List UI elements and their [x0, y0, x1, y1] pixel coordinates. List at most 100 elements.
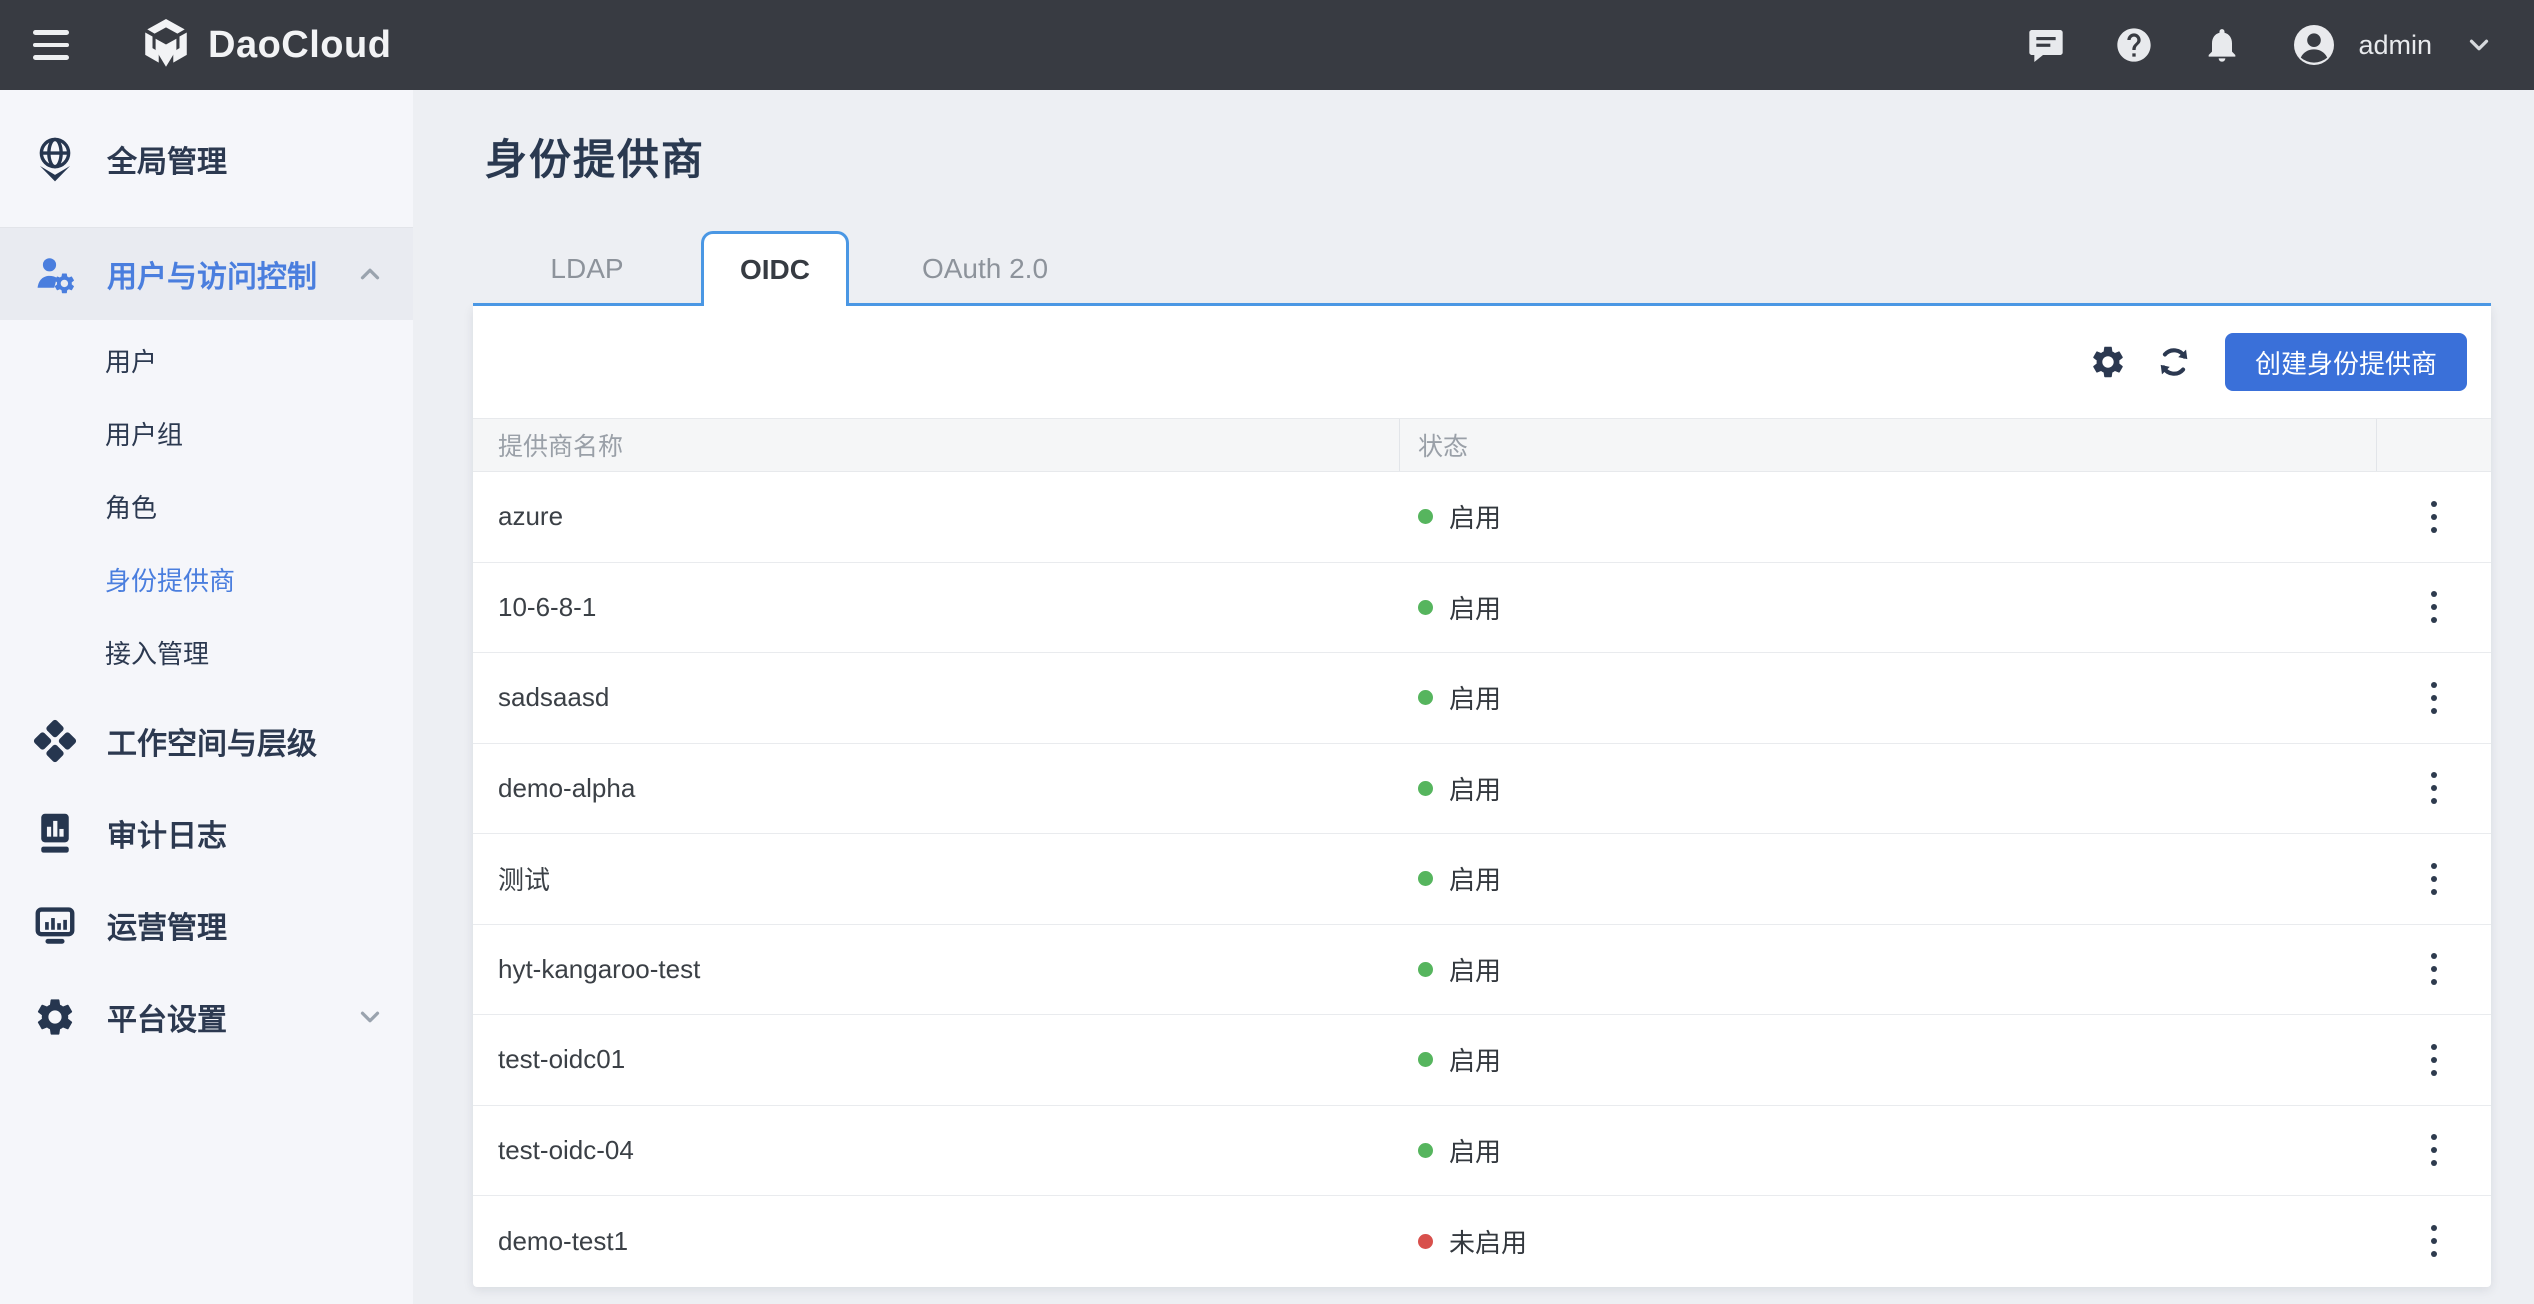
topbar-actions: admin — [1978, 21, 2494, 69]
sidebar-item-label: 全局管理 — [107, 137, 227, 181]
status-cell: 启用 — [1400, 925, 2377, 1015]
table-row: 测试 启用 — [473, 834, 2491, 925]
provider-name: demo-alpha — [473, 744, 1400, 834]
audit-log-icon — [33, 810, 77, 856]
provider-name: 测试 — [473, 834, 1400, 924]
status-cell: 启用 — [1400, 1015, 2377, 1105]
column-header-actions — [2377, 419, 2491, 471]
chevron-down-icon — [355, 1002, 385, 1032]
chevron-up-icon — [355, 259, 385, 289]
status-label: 未启用 — [1449, 1223, 1527, 1260]
globe-icon — [33, 136, 77, 182]
sidebar-item-operations[interactable]: 运营管理 — [0, 879, 413, 971]
status-cell: 启用 — [1400, 1106, 2377, 1196]
notifications-button[interactable] — [2202, 25, 2242, 65]
refresh-icon — [2155, 343, 2193, 381]
status-cell: 启用 — [1400, 653, 2377, 743]
provider-name: hyt-kangaroo-test — [473, 925, 1400, 1015]
status-label: 启用 — [1449, 1132, 1501, 1169]
sidebar-item-users[interactable]: 用户 — [0, 324, 413, 397]
status-cell: 启用 — [1400, 744, 2377, 834]
table-row: sadsaasd 启用 — [473, 653, 2491, 744]
status-dot — [1418, 509, 1433, 524]
status-cell: 未启用 — [1400, 1196, 2377, 1287]
sidebar-item-roles[interactable]: 角色 — [0, 470, 413, 543]
sidebar-item-platform-settings[interactable]: 平台设置 — [0, 971, 413, 1063]
user-avatar-button[interactable] — [2290, 21, 2338, 69]
main-content: 身份提供商 LDAP OIDC OAuth 2.0 创建身份提供商 — [413, 90, 2534, 1304]
gear-icon — [33, 994, 77, 1040]
help-icon — [2114, 25, 2154, 65]
tab-oidc[interactable]: OIDC — [701, 231, 849, 306]
sidebar-subitem-label: 用户 — [105, 342, 157, 379]
column-header-status: 状态 — [1400, 419, 2377, 471]
actions-cell — [2377, 744, 2491, 834]
status-cell: 启用 — [1400, 563, 2377, 653]
message-icon — [2026, 25, 2066, 65]
refresh-button[interactable] — [2155, 343, 2193, 381]
provider-name: test-oidc01 — [473, 1015, 1400, 1105]
message-button[interactable] — [2026, 25, 2066, 65]
row-actions-menu-button[interactable] — [2421, 491, 2447, 543]
status-dot — [1418, 1234, 1433, 1249]
sidebar-item-audit-logs[interactable]: 审计日志 — [0, 787, 413, 879]
row-actions-menu-button[interactable] — [2421, 762, 2447, 814]
sidebar-group-label: 用户与访问控制 — [107, 252, 317, 296]
row-actions-menu-button[interactable] — [2421, 581, 2447, 633]
column-header-provider-name: 提供商名称 — [473, 419, 1400, 471]
tab-panel: 创建身份提供商 提供商名称 状态 azure 启用 10-6-8-1 — [473, 306, 2491, 1287]
gear-icon — [2089, 343, 2127, 381]
actions-cell — [2377, 653, 2491, 743]
provider-name: demo-test1 — [473, 1196, 1400, 1287]
status-label: 启用 — [1449, 951, 1501, 988]
actions-cell — [2377, 1015, 2491, 1105]
row-actions-menu-button[interactable] — [2421, 1215, 2447, 1267]
row-actions-menu-button[interactable] — [2421, 1034, 2447, 1086]
bell-icon — [2202, 25, 2242, 65]
status-dot — [1418, 1143, 1433, 1158]
sidebar-group-users-access[interactable]: 用户与访问控制 — [0, 227, 413, 320]
username: admin — [2358, 30, 2432, 61]
workspace-icon — [33, 718, 77, 764]
row-actions-menu-button[interactable] — [2421, 943, 2447, 995]
status-cell: 启用 — [1400, 472, 2377, 562]
sidebar-subitem-label: 身份提供商 — [105, 561, 235, 598]
sidebar-subitem-label: 用户组 — [105, 415, 183, 452]
sidebar-item-access-management[interactable]: 接入管理 — [0, 616, 413, 689]
table-toolbar: 创建身份提供商 — [473, 306, 2491, 418]
row-actions-menu-button[interactable] — [2421, 853, 2447, 905]
table-settings-button[interactable] — [2089, 343, 2127, 381]
tab-bar: LDAP OIDC OAuth 2.0 — [473, 231, 2491, 306]
page-title: 身份提供商 — [485, 126, 2534, 187]
sidebar-item-workspaces[interactable]: 工作空间与层级 — [0, 695, 413, 787]
table-row: test-oidc-04 启用 — [473, 1106, 2491, 1197]
help-button[interactable] — [2114, 25, 2154, 65]
status-cell: 启用 — [1400, 834, 2377, 924]
operations-icon — [33, 902, 77, 948]
provider-name: sadsaasd — [473, 653, 1400, 743]
sidebar-item-user-groups[interactable]: 用户组 — [0, 397, 413, 470]
row-actions-menu-button[interactable] — [2421, 672, 2447, 724]
status-dot — [1418, 600, 1433, 615]
user-menu-button[interactable] — [2464, 30, 2494, 60]
provider-name: test-oidc-04 — [473, 1106, 1400, 1196]
actions-cell — [2377, 1196, 2491, 1287]
user-gear-icon — [33, 251, 77, 297]
sidebar-item-identity-providers[interactable]: 身份提供商 — [0, 543, 413, 616]
tab-oauth2[interactable]: OAuth 2.0 — [849, 231, 1121, 306]
create-identity-provider-button[interactable]: 创建身份提供商 — [2225, 333, 2467, 391]
brand-name: DaoCloud — [208, 24, 391, 67]
status-dot — [1418, 690, 1433, 705]
status-dot — [1418, 962, 1433, 977]
sidebar: 全局管理 用户与访问控制 用户 用户组 角色 身份提供商 接入管理 — [0, 90, 413, 1304]
sidebar-item-global-management[interactable]: 全局管理 — [0, 90, 413, 227]
menu-toggle-button[interactable] — [33, 30, 69, 60]
actions-cell — [2377, 925, 2491, 1015]
tab-ldap[interactable]: LDAP — [473, 231, 701, 306]
sidebar-subitem-label: 接入管理 — [105, 634, 209, 671]
sidebar-item-label: 工作空间与层级 — [107, 719, 317, 763]
provider-name: 10-6-8-1 — [473, 563, 1400, 653]
status-label: 启用 — [1449, 1041, 1501, 1078]
row-actions-menu-button[interactable] — [2421, 1124, 2447, 1176]
status-label: 启用 — [1449, 860, 1501, 897]
